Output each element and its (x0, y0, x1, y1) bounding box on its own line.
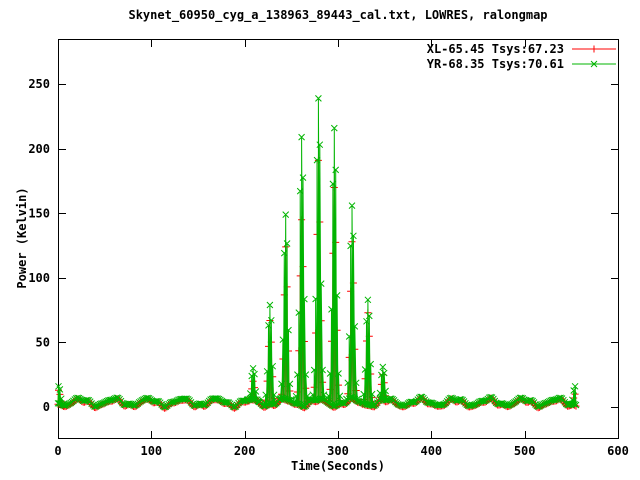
y-tick-label: 150 (28, 206, 50, 220)
gnuplot-window: Skynet_60950_cyg_a_138963_89443_cal.txt,… (0, 0, 640, 480)
x-tick-label: 0 (54, 444, 61, 458)
y-tick-label: 200 (28, 142, 50, 156)
x-tick-label: 100 (140, 444, 162, 458)
y-tick-label: 250 (28, 77, 50, 91)
y-tick-label: 0 (43, 400, 50, 414)
legend-label-yr: YR-68.35 Tsys:70.61 (427, 57, 564, 71)
x-tick-label: 200 (234, 444, 256, 458)
legend-entry-yr: YR-68.35 Tsys:70.61 (427, 56, 618, 71)
y-tick-label: 100 (28, 271, 50, 285)
legend-entry-xl: XL-65.45 Tsys:67.23 (427, 41, 618, 56)
legend: XL-65.45 Tsys:67.23 YR-68.35 Tsys:70.61 (427, 41, 618, 71)
series-line (58, 98, 576, 407)
x-tick-label: 500 (514, 444, 536, 458)
legend-label-xl: XL-65.45 Tsys:67.23 (427, 42, 564, 56)
x-tick-label: 400 (420, 444, 442, 458)
x-tick-label: 300 (327, 444, 349, 458)
legend-sample-plus-marker-icon (570, 42, 618, 56)
legend-sample-cross-marker-icon (570, 57, 618, 71)
y-tick-label: 50 (36, 335, 50, 349)
series-yr (55, 95, 579, 410)
y-ticks (59, 85, 618, 408)
plot-canvas: 0 100 200 300 400 500 600 0 50 100 150 200 250 (0, 0, 640, 480)
x-tick-label: 600 (607, 444, 629, 458)
